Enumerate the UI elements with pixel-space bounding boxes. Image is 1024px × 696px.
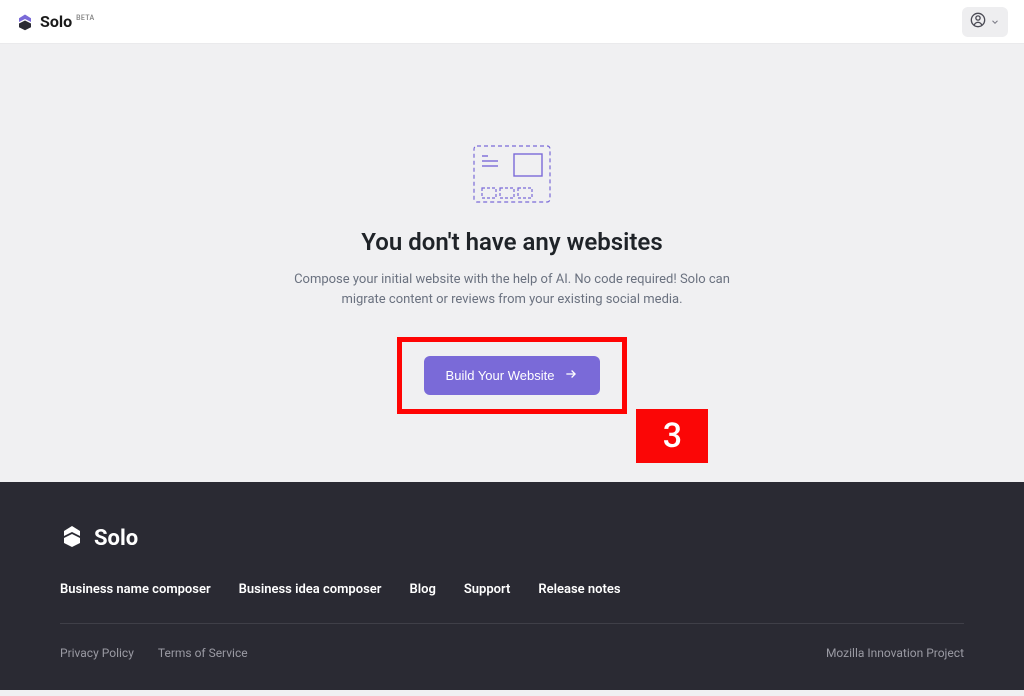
arrow-right-icon (564, 367, 578, 384)
logo[interactable]: Solo BETA (16, 12, 94, 31)
empty-state: You don't have any websites Compose your… (0, 44, 1024, 482)
footer-link-release-notes[interactable]: Release notes (538, 582, 620, 597)
annotation-number-badge: 3 (636, 409, 708, 463)
footer-logo-icon (60, 524, 84, 552)
footer-logo-text: Solo (94, 526, 138, 551)
footer-credit: Mozilla Innovation Project (826, 646, 964, 660)
website-illustration-icon (472, 144, 552, 204)
app-footer: Solo Business name composer Business ide… (0, 482, 1024, 690)
footer-link-privacy[interactable]: Privacy Policy (60, 646, 134, 660)
footer-legal: Privacy Policy Terms of Service (60, 646, 248, 660)
logo-icon (16, 13, 34, 31)
button-label: Build Your Website (446, 368, 555, 383)
user-icon (970, 12, 986, 32)
footer-bottom: Privacy Policy Terms of Service Mozilla … (60, 624, 964, 660)
footer-logo[interactable]: Solo (60, 524, 964, 552)
logo-text: Solo (40, 12, 72, 31)
annotation-highlight-box: Build Your Website 3 (397, 337, 628, 414)
footer-link-blog[interactable]: Blog (409, 582, 435, 597)
footer-link-business-idea-composer[interactable]: Business idea composer (239, 582, 382, 597)
app-header: Solo BETA (0, 0, 1024, 44)
page-subtitle: Compose your initial website with the he… (292, 270, 732, 309)
build-website-button[interactable]: Build Your Website (424, 356, 601, 395)
user-menu-button[interactable] (962, 7, 1008, 37)
page-title: You don't have any websites (361, 228, 662, 256)
beta-badge: BETA (76, 14, 94, 22)
footer-link-business-name-composer[interactable]: Business name composer (60, 582, 211, 597)
chevron-down-icon (990, 12, 1000, 31)
footer-link-terms[interactable]: Terms of Service (158, 646, 248, 660)
footer-nav: Business name composer Business idea com… (60, 582, 964, 624)
footer-link-support[interactable]: Support (464, 582, 511, 597)
